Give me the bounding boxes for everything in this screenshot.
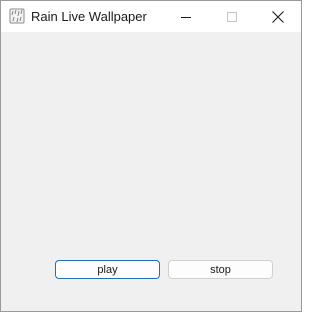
app-window: Rain Live Wallpaper play stop [0, 0, 302, 312]
window-title: Rain Live Wallpaper [31, 9, 147, 24]
close-icon [272, 10, 284, 23]
play-button[interactable]: play [55, 260, 160, 279]
minimize-icon [181, 12, 191, 22]
title-bar[interactable]: Rain Live Wallpaper [1, 1, 301, 32]
maximize-button[interactable] [209, 1, 255, 32]
maximize-icon [227, 11, 237, 22]
minimize-button[interactable] [163, 1, 209, 32]
rain-app-icon [9, 8, 25, 24]
client-area: play stop [1, 32, 301, 311]
stop-button[interactable]: stop [168, 260, 273, 279]
close-button[interactable] [255, 1, 301, 32]
